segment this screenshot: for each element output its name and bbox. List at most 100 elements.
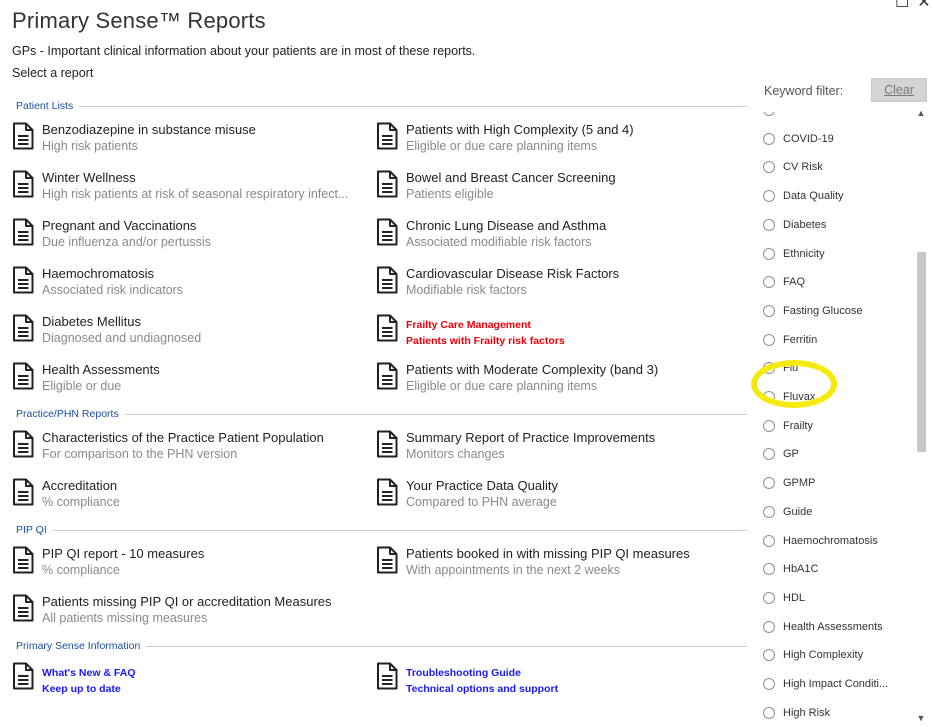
report-item[interactable]: Winter Wellness High risk patients at ris…: [12, 164, 376, 212]
radio-button[interactable]: [763, 419, 775, 432]
radio-button[interactable]: [763, 132, 775, 145]
report-description: Modifiable risk factors: [406, 283, 527, 297]
window-controls: ☐ ✕: [895, 0, 931, 12]
report-document-icon: [13, 314, 34, 342]
radio-button[interactable]: [763, 112, 775, 116]
report-description: Patients eligible: [406, 187, 494, 201]
keyword-option[interactable]: GPMP: [763, 473, 815, 493]
report-document-icon: [377, 478, 398, 506]
section-divider: [146, 645, 747, 647]
radio-button[interactable]: [763, 333, 775, 346]
radio-button[interactable]: [763, 304, 775, 317]
report-item[interactable]: Pregnant and Vaccinations Due influenza a…: [12, 212, 376, 260]
keyword-option[interactable]: Diabetes: [763, 215, 826, 235]
clear-button[interactable]: Clear: [871, 78, 927, 102]
keyword-filter-label: Keyword filter:: [764, 84, 844, 98]
report-item[interactable]: Cardiovascular Disease Risk Factors Modif…: [376, 260, 747, 308]
keyword-option[interactable]: Guide: [763, 502, 812, 522]
keyword-option[interactable]: Flu: [763, 358, 798, 378]
radio-button[interactable]: [763, 448, 775, 461]
report-item[interactable]: Bowel and Breast Cancer Screening Patient…: [376, 164, 747, 212]
report-document-icon: [377, 170, 398, 198]
keyword-option[interactable]: Ethnicity: [763, 244, 825, 264]
maximize-button[interactable]: ☐: [895, 0, 909, 12]
report-item[interactable]: Haemochromatosis Associated risk indicato…: [12, 260, 376, 308]
report-item[interactable]: Health Assessments Eligible or due: [12, 356, 376, 404]
radio-button[interactable]: [763, 505, 775, 518]
radio-button[interactable]: [763, 706, 775, 719]
radio-button[interactable]: [763, 362, 775, 375]
report-item[interactable]: Patients with High Complexity (5 and 4) E…: [376, 116, 747, 164]
report-item[interactable]: Patients booked in with missing PIP QI m…: [376, 540, 747, 588]
report-document-icon: [13, 218, 34, 246]
keyword-option[interactable]: HbA1C: [763, 559, 818, 579]
keyword-option[interactable]: High Risk: [763, 703, 830, 723]
report-item[interactable]: Accreditation % compliance: [12, 472, 376, 520]
radio-button[interactable]: [763, 161, 775, 174]
keyword-option[interactable]: GP: [763, 444, 799, 464]
report-title: Benzodiazepine in substance misuse: [42, 122, 256, 137]
keyword-list-scrollbar[interactable]: ▲ ▼: [915, 108, 927, 727]
report-title: Cardiovascular Disease Risk Factors: [406, 266, 620, 281]
report-description: Eligible or due care planning items: [406, 139, 598, 153]
report-document-icon: [13, 362, 34, 390]
keyword-label: COVID-19: [783, 132, 834, 145]
report-description: Compared to PHN average: [406, 495, 557, 509]
report-description: % compliance: [42, 563, 120, 577]
report-item[interactable]: PIP QI report - 10 measures % compliance: [12, 540, 376, 588]
report-item[interactable]: Characteristics of the Practice Patient …: [12, 424, 376, 472]
report-item[interactable]: Diabetes Mellitus Diagnosed and undiagnos…: [12, 308, 376, 356]
scroll-down-arrow-icon[interactable]: ▼: [915, 711, 927, 725]
report-document-icon: [377, 314, 398, 342]
radio-button[interactable]: [763, 247, 775, 260]
keyword-option[interactable]: Ferritin: [763, 330, 817, 350]
radio-button[interactable]: [763, 678, 775, 690]
radio-button[interactable]: [763, 276, 775, 289]
report-title: Summary Report of Practice Improvements: [406, 430, 656, 445]
section-header: Primary Sense Information: [12, 636, 747, 656]
keyword-option[interactable]: Haemochromatosis: [763, 531, 878, 551]
report-title: Chronic Lung Disease and Asthma: [406, 218, 607, 233]
report-item[interactable]: What's New & FAQ Keep up to date: [12, 656, 376, 704]
scroll-up-arrow-icon[interactable]: ▲: [915, 106, 927, 120]
keyword-option[interactable]: FAQ: [763, 272, 805, 292]
section-header: Patient Lists: [12, 96, 747, 116]
radio-button[interactable]: [763, 218, 775, 231]
report-title: Pregnant and Vaccinations: [42, 218, 197, 233]
keyword-option[interactable]: Data Quality: [763, 186, 844, 206]
report-item[interactable]: Troubleshooting Guide Technical options a…: [376, 656, 747, 704]
keyword-option[interactable]: Fasting Glucose: [763, 301, 862, 321]
keyword-option[interactable]: Fluvax: [763, 387, 815, 407]
report-item[interactable]: Patients missing PIP QI or accreditation…: [12, 588, 376, 636]
radio-button[interactable]: [763, 591, 775, 604]
report-item[interactable]: Your Practice Data Quality Compared to P…: [376, 472, 747, 520]
radio-button[interactable]: [763, 190, 775, 203]
report-title: Patients missing PIP QI or accreditation…: [42, 594, 332, 609]
close-button[interactable]: ✕: [917, 0, 931, 12]
report-description: High risk patients: [42, 139, 138, 153]
radio-button[interactable]: [763, 534, 775, 547]
keyword-option[interactable]: Frailty: [763, 416, 813, 436]
radio-button[interactable]: [763, 563, 775, 576]
keyword-option[interactable]: HDL: [763, 588, 805, 608]
keyword-option[interactable]: CV Risk: [763, 157, 823, 177]
radio-button[interactable]: [763, 649, 775, 662]
report-item[interactable]: Frailty Care Management Patients with Fra…: [376, 308, 747, 356]
report-document-icon: [377, 362, 398, 390]
keyword-option[interactable]: High Impact Conditi...: [763, 674, 888, 694]
report-item[interactable]: Summary Report of Practice Improvements M…: [376, 424, 747, 472]
keyword-option[interactable]: Health Assessments: [763, 617, 883, 637]
report-sections: Patient Lists Benzodiazepine in substance…: [12, 96, 747, 704]
scrollbar-thumb[interactable]: [917, 252, 926, 452]
radio-button[interactable]: [763, 620, 775, 633]
report-item[interactable]: Patients with Moderate Complexity (band …: [376, 356, 747, 404]
keyword-option[interactable]: High Complexity: [763, 645, 863, 665]
report-title: Patients with Moderate Complexity (band …: [406, 362, 659, 377]
report-item[interactable]: Chronic Lung Disease and Asthma Associate…: [376, 212, 747, 260]
radio-button[interactable]: [763, 477, 775, 490]
radio-button[interactable]: [763, 391, 775, 403]
keyword-option[interactable]: [763, 112, 783, 120]
report-item[interactable]: Benzodiazepine in substance misuse High r…: [12, 116, 376, 164]
report-description: Technical options and support: [406, 683, 559, 695]
keyword-option[interactable]: COVID-19: [763, 129, 834, 149]
